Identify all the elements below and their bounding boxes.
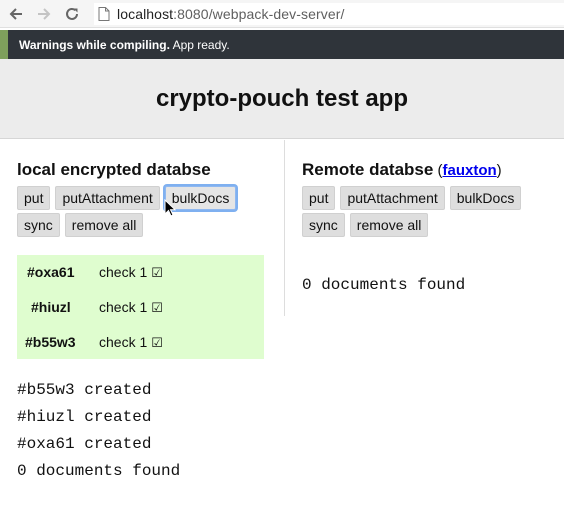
table-row: #oxa61 check 1 ☑ bbox=[17, 255, 264, 289]
column-divider bbox=[284, 140, 285, 316]
remote-db-title: Remote databse (fauxton) bbox=[302, 160, 502, 179]
remote-put-attachment-button[interactable]: putAttachment bbox=[340, 186, 445, 210]
checkbox-checked-icon: ☑ bbox=[151, 299, 163, 315]
local-put-attachment-button[interactable]: putAttachment bbox=[55, 186, 160, 210]
doc-id: #oxa61 bbox=[27, 264, 75, 280]
app-header: crypto-pouch test app bbox=[0, 59, 564, 139]
remote-put-button[interactable]: put bbox=[302, 186, 336, 210]
local-log-line: #oxa61 created bbox=[17, 435, 152, 453]
local-sync-button[interactable]: sync bbox=[17, 213, 60, 237]
doc-check-label: check 1 ☑ bbox=[99, 263, 163, 280]
forward-arrow-icon[interactable] bbox=[34, 4, 54, 24]
address-bar[interactable]: localhost:8080/webpack-dev-server/ bbox=[94, 3, 564, 25]
remote-status: 0 documents found bbox=[302, 276, 466, 294]
local-remove-all-button[interactable]: remove all bbox=[64, 213, 144, 237]
reload-icon[interactable] bbox=[62, 4, 82, 24]
local-put-button[interactable]: put bbox=[17, 186, 51, 210]
doc-id: #b55w3 bbox=[25, 334, 76, 350]
remote-button-row-2: sync remove all bbox=[302, 213, 429, 237]
local-log-line: #hiuzl created bbox=[17, 408, 152, 426]
back-arrow-icon[interactable] bbox=[6, 4, 26, 24]
remote-bulk-docs-button[interactable]: bulkDocs bbox=[449, 186, 522, 210]
checkbox-checked-icon: ☑ bbox=[151, 264, 163, 280]
local-button-row-2: sync remove all bbox=[17, 213, 144, 237]
url-text: localhost:8080/webpack-dev-server/ bbox=[117, 6, 345, 22]
mouse-cursor-icon bbox=[164, 199, 176, 217]
local-docs-table: #oxa61 check 1 ☑ #hiuzl check 1 ☑ #b55w3 c… bbox=[17, 255, 264, 359]
checkbox-checked-icon: ☑ bbox=[151, 334, 163, 350]
banner-accent bbox=[0, 30, 8, 59]
remote-sync-button[interactable]: sync bbox=[302, 213, 345, 237]
doc-check-label: check 1 ☑ bbox=[99, 333, 163, 350]
table-row: #b55w3 check 1 ☑ bbox=[17, 325, 264, 359]
local-log-line: 0 documents found bbox=[17, 462, 181, 480]
doc-id: #hiuzl bbox=[31, 299, 71, 315]
fauxton-link[interactable]: fauxton bbox=[443, 162, 497, 179]
remote-button-row-1: put putAttachment bulkDocs bbox=[302, 186, 522, 210]
compile-banner: Warnings while compiling. App ready. bbox=[0, 30, 564, 59]
doc-check-label: check 1 ☑ bbox=[99, 298, 163, 315]
local-db-title: local encrypted databse bbox=[17, 160, 211, 179]
browser-toolbar: localhost:8080/webpack-dev-server/ bbox=[0, 0, 564, 28]
remote-remove-all-button[interactable]: remove all bbox=[349, 213, 429, 237]
page-icon bbox=[98, 7, 110, 21]
table-row: #hiuzl check 1 ☑ bbox=[17, 290, 264, 324]
banner-text: Warnings while compiling. App ready. bbox=[19, 37, 230, 52]
local-button-row-1: put putAttachment bulkDocs bbox=[17, 186, 237, 210]
page-title: crypto-pouch test app bbox=[155, 84, 408, 112]
local-log-line: #b55w3 created bbox=[17, 381, 152, 399]
